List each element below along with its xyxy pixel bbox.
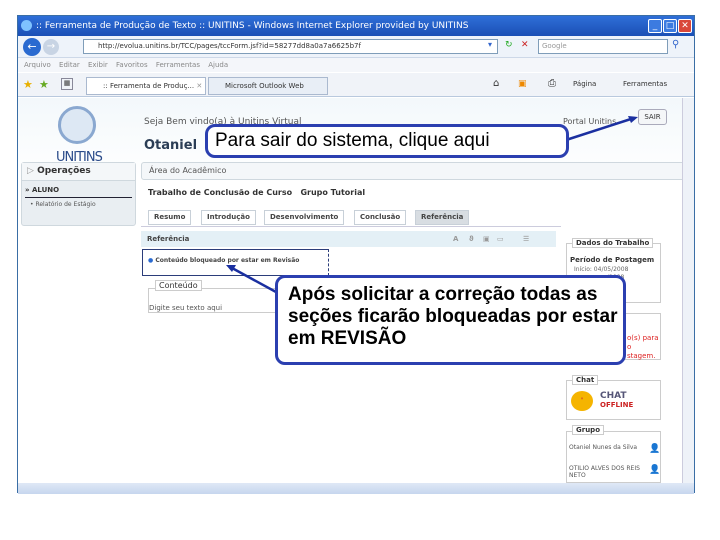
revision-callout: Após solicitar a correção todas as seçõe…: [275, 275, 626, 365]
logout-callout: Para sair do sistema, clique aqui: [205, 124, 569, 158]
callout-arrows: [226, 116, 638, 294]
arrow-to-notice: [231, 266, 277, 294]
arrowhead: [628, 116, 638, 123]
arrow-to-logout: [565, 116, 635, 142]
